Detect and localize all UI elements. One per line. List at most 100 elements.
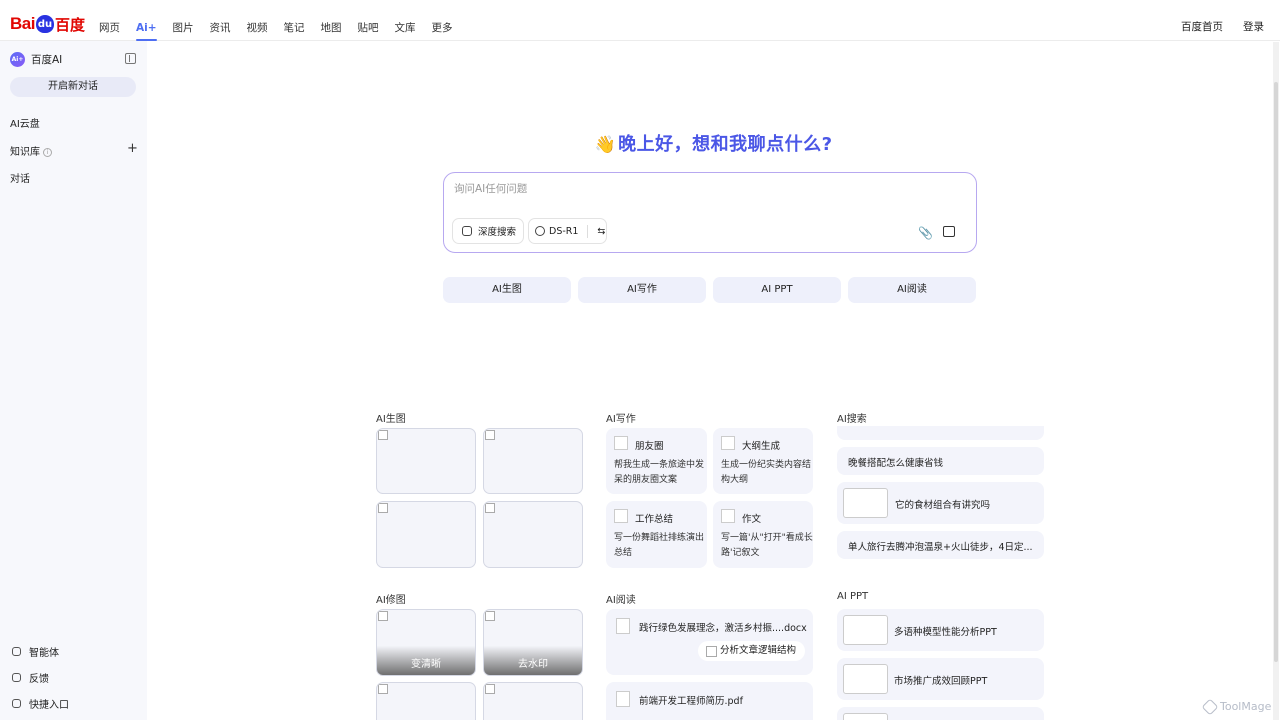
composer-placeholder[interactable]: 询问AI任何问题 [454, 181, 527, 196]
broken-image-icon [485, 611, 495, 621]
chat-composer[interactable]: 询问AI任何问题 深度搜索 DS-R1 ⇆ 📎 [443, 172, 977, 253]
search-item[interactable]: 它的食材组合有讲究吗 [837, 482, 1044, 524]
broken-image-icon [378, 611, 388, 621]
top-right-links: 百度首页 登录 [1181, 19, 1264, 34]
quick-ai-ppt[interactable]: AI PPT [713, 277, 841, 303]
sidebar-item-cloud[interactable]: AI云盘 [10, 115, 40, 130]
nav-notes[interactable]: 笔记 [284, 20, 305, 40]
read-item[interactable]: 前端开发工程师简历.pdf [606, 682, 813, 720]
sidebar-item-shortcut[interactable]: 快捷入口 [12, 696, 69, 711]
nav-tieba[interactable]: 贴吧 [358, 20, 379, 40]
gen-image[interactable] [376, 428, 476, 494]
broken-image-icon [378, 430, 388, 440]
ppt-item[interactable]: 多语种模型性能分析PPT [837, 609, 1044, 651]
deep-search-label: 深度搜索 [478, 227, 517, 238]
scrollbar-thumb[interactable] [1274, 82, 1278, 662]
broken-image-icon [485, 503, 495, 513]
read-item-title: 前端开发工程师简历.pdf [639, 696, 743, 707]
nav-more[interactable]: 更多 [432, 20, 453, 40]
section-ai-ppt: AI PPT [837, 591, 869, 602]
greeting-heading: 👋 晚上好，想和我聊点什么? [0, 130, 1280, 156]
retouch-sharpen[interactable]: 变清晰 [376, 609, 476, 676]
write-card[interactable]: 大纲生成 生成一份纪实类内容结构大纲 [713, 428, 813, 494]
broken-image-icon [721, 509, 735, 523]
wave-hand-icon: 👋 [594, 135, 617, 155]
scrollbar[interactable] [1273, 42, 1279, 720]
search-item[interactable]: 单人旅行去腾冲泡温泉+火山徒步，4日定... [837, 531, 1044, 559]
deep-search-button[interactable]: 深度搜索 [452, 218, 524, 244]
greeting-text: 晚上好，想和我聊点什么? [618, 134, 833, 155]
search-item[interactable]: 晚餐搭配怎么健康省钱 [837, 447, 1044, 475]
retouch-caption: 去水印 [518, 659, 548, 670]
baidu-logo[interactable]: Bai du 百度 [10, 12, 85, 36]
agent-icon [12, 647, 21, 656]
write-card-desc: 生成一份纪实类内容结构大纲 [721, 460, 812, 485]
ppt-thumbnail [843, 664, 888, 694]
sidebar-title: 百度AI [31, 54, 63, 66]
section-ai-retouch: AI修图 [376, 595, 406, 606]
model-selector[interactable]: DS-R1 ⇆ [528, 218, 607, 244]
sidebar-item-feedback[interactable]: 反馈 [12, 670, 49, 685]
ppt-item[interactable]: 市场推广成效回顾PPT [837, 658, 1044, 700]
broken-image-icon [378, 503, 388, 513]
ppt-item[interactable] [837, 707, 1044, 720]
broken-image-icon [721, 436, 735, 450]
collapse-sidebar-icon[interactable] [125, 53, 136, 64]
feedback-label: 反馈 [29, 674, 49, 685]
write-card[interactable]: 朋友圈 帮我生成一条旅途中发呆的朋友圈文案 [606, 428, 707, 494]
nav-news[interactable]: 资讯 [210, 20, 231, 40]
broken-image-icon [485, 430, 495, 440]
gen-image[interactable] [483, 428, 583, 494]
gen-image[interactable] [376, 501, 476, 568]
quick-ai-write[interactable]: AI写作 [578, 277, 706, 303]
chip-divider [587, 224, 589, 238]
logo-text-bai: Bai [10, 14, 35, 33]
swap-icon[interactable]: ⇆ [597, 226, 605, 237]
section-ai-read: AI阅读 [606, 595, 636, 606]
retouch-image[interactable] [483, 682, 583, 720]
paperclip-icon[interactable]: 📎 [918, 226, 933, 240]
sidebar-item-agent[interactable]: 智能体 [12, 644, 59, 659]
watermark-logo-icon [1201, 698, 1219, 715]
top-nav: 网页 Ai+ 图片 资讯 视频 笔记 地图 贴吧 文库 更多 [99, 20, 469, 41]
retouch-dewatermark[interactable]: 去水印 [483, 609, 583, 676]
retouch-caption: 变清晰 [411, 659, 441, 670]
gen-image[interactable] [483, 501, 583, 568]
document-icon [616, 618, 630, 634]
whale-icon [535, 226, 545, 236]
quick-ai-image[interactable]: AI生图 [443, 277, 571, 303]
deep-search-icon [462, 226, 472, 236]
write-card-desc: 帮我生成一条旅途中发呆的朋友圈文案 [614, 460, 705, 485]
nav-map[interactable]: 地图 [321, 20, 342, 40]
section-ai-write: AI写作 [606, 414, 636, 425]
ppt-item-title: 市场推广成效回顾PPT [894, 676, 988, 687]
search-item-partial[interactable] [837, 426, 1044, 440]
login-link[interactable]: 登录 [1243, 19, 1264, 34]
nav-web[interactable]: 网页 [99, 20, 120, 40]
image-upload-icon[interactable] [943, 226, 955, 237]
watermark: ToolMage [1201, 698, 1271, 715]
analyze-structure-button[interactable]: 分析文章逻辑结构 [698, 641, 805, 661]
ai-badge-icon: Ai+ [10, 52, 25, 67]
ppt-thumbnail [843, 615, 888, 645]
write-card-desc: 写一篇'从"打开"看成长路'记叙文 [721, 533, 813, 558]
nav-ai[interactable]: Ai+ [136, 20, 157, 41]
logo-paw-icon: du [35, 15, 54, 33]
new-chat-button[interactable]: 开启新对话 [10, 77, 136, 97]
retouch-image[interactable] [376, 682, 476, 720]
write-card-title: 工作总结 [635, 514, 674, 525]
nav-wenku[interactable]: 文库 [395, 20, 416, 40]
read-item-title: 践行绿色发展理念，激活乡村振....docx [639, 623, 807, 634]
write-card[interactable]: 作文 写一篇'从"打开"看成长路'记叙文 [713, 501, 813, 568]
agent-label: 智能体 [29, 648, 59, 659]
search-item-text: 它的食材组合有讲究吗 [895, 500, 991, 511]
home-link[interactable]: 百度首页 [1181, 19, 1223, 34]
nav-video[interactable]: 视频 [247, 20, 268, 40]
sidebar-item-dialog[interactable]: 对话 [10, 170, 30, 185]
nav-images[interactable]: 图片 [173, 20, 194, 40]
quick-ai-read[interactable]: AI阅读 [848, 277, 976, 303]
write-card[interactable]: 工作总结 写一份舞蹈社排练演出总结 [606, 501, 707, 568]
write-card-title: 大纲生成 [742, 441, 781, 452]
shortcut-icon [12, 699, 21, 708]
read-item[interactable]: 践行绿色发展理念，激活乡村振....docx 分析文章逻辑结构 [606, 609, 813, 675]
